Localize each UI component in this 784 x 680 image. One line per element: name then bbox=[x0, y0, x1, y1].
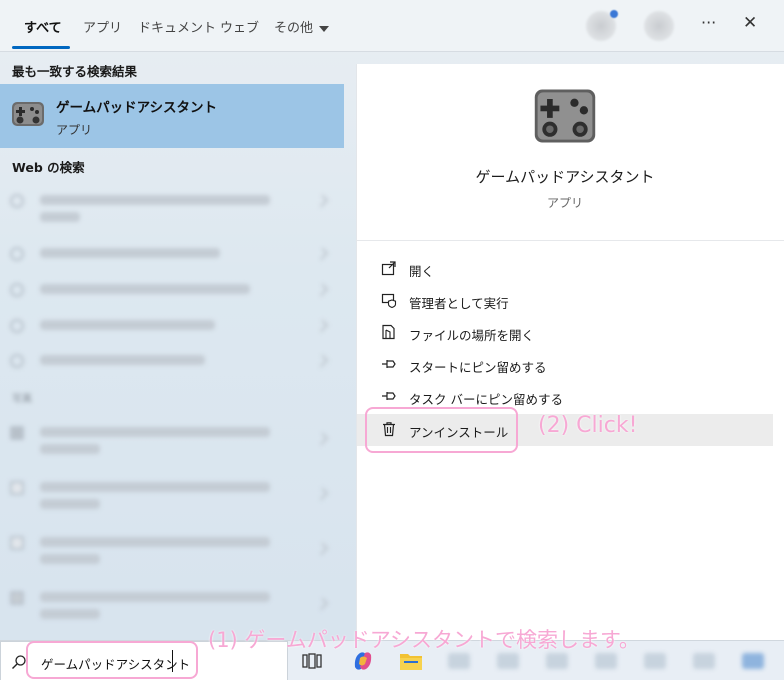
web-result-text bbox=[40, 355, 205, 365]
search-icon bbox=[10, 247, 24, 261]
photo-result-subtext bbox=[40, 554, 100, 564]
web-result-text bbox=[40, 320, 215, 330]
close-button[interactable]: ✕ bbox=[743, 13, 757, 33]
action-label: スタートにピン留めする bbox=[409, 360, 547, 375]
taskbar-app-icon[interactable] bbox=[497, 653, 519, 669]
gamepad-icon bbox=[12, 102, 44, 126]
chevron-down-icon bbox=[319, 25, 330, 32]
web-result-row[interactable] bbox=[10, 277, 330, 305]
photo-result-subtext bbox=[40, 609, 100, 619]
web-result-row[interactable] bbox=[10, 313, 330, 341]
action-label: 開く bbox=[409, 264, 435, 279]
photo-result-row[interactable] bbox=[10, 475, 330, 517]
app-type-label: アプリ bbox=[546, 196, 583, 210]
web-result-text bbox=[40, 284, 250, 294]
best-match-heading: 最も一致する検索結果 bbox=[12, 64, 138, 79]
web-result-text bbox=[40, 195, 270, 205]
chevron-right-icon bbox=[315, 542, 329, 556]
photo-result-text bbox=[40, 482, 270, 492]
active-tab-indicator bbox=[12, 46, 70, 49]
web-result-text bbox=[40, 248, 220, 258]
action-label: タスク バーにピン留めする bbox=[409, 392, 563, 407]
search-step-annotation: (1) ゲームパッドアシスタントで検索します。 bbox=[208, 628, 640, 652]
web-result-row-wrap bbox=[10, 210, 330, 226]
tab-apps[interactable]: アプリ bbox=[83, 17, 122, 36]
best-match-item[interactable]: ゲームパッドアシスタント アプリ bbox=[0, 84, 344, 148]
chevron-right-icon bbox=[315, 597, 329, 611]
chevron-right-icon bbox=[315, 432, 329, 446]
more-options-button[interactable]: ··· bbox=[701, 13, 716, 32]
image-icon bbox=[10, 426, 24, 440]
task-view-icon[interactable] bbox=[302, 651, 322, 671]
action-label: ファイルの場所を開く bbox=[409, 328, 535, 343]
taskbar-app-icon[interactable] bbox=[644, 653, 666, 669]
search-icon bbox=[10, 194, 24, 208]
search-icon bbox=[10, 319, 24, 333]
app-detail-pane: ゲームパッドアシスタント アプリ 開く 管理者として実行 ファイルの場所を開く … bbox=[356, 64, 784, 640]
photo-result-text bbox=[40, 592, 270, 602]
web-result-row[interactable] bbox=[10, 241, 330, 269]
taskbar-app-icon[interactable] bbox=[595, 653, 617, 669]
photo-result-row[interactable] bbox=[10, 585, 330, 627]
chevron-right-icon bbox=[315, 283, 329, 297]
tab-documents[interactable]: ドキュメント bbox=[138, 17, 216, 36]
open-icon bbox=[381, 261, 396, 276]
gamepad-icon bbox=[534, 89, 596, 143]
best-match-name: ゲームパッドアシスタント bbox=[56, 100, 218, 116]
photos-heading: 写真 bbox=[12, 394, 32, 405]
chevron-right-icon bbox=[315, 487, 329, 501]
divider bbox=[357, 240, 784, 241]
tab-more-label: その他 bbox=[274, 21, 314, 36]
notification-dot bbox=[610, 10, 618, 18]
search-highlight-box bbox=[26, 641, 198, 679]
pin-icon bbox=[382, 360, 396, 368]
account-avatar[interactable] bbox=[644, 11, 674, 41]
photo-result-text bbox=[40, 427, 270, 437]
web-result-text bbox=[40, 212, 80, 222]
taskbar-app-icon[interactable] bbox=[742, 653, 764, 669]
photo-result-text bbox=[40, 537, 270, 547]
taskbar-app-icon[interactable] bbox=[546, 653, 568, 669]
search-icon bbox=[10, 283, 24, 297]
image-icon bbox=[10, 536, 24, 550]
search-icon bbox=[12, 655, 26, 669]
click-annotation: (2) Click! bbox=[538, 413, 638, 438]
action-label: 管理者として実行 bbox=[409, 296, 509, 311]
taskbar-app-icon[interactable] bbox=[693, 653, 715, 669]
photo-result-subtext bbox=[40, 444, 100, 454]
app-name-heading: ゲームパッドアシスタント bbox=[475, 168, 655, 186]
tab-more[interactable]: その他 bbox=[274, 17, 330, 36]
search-icon bbox=[10, 354, 24, 368]
image-icon bbox=[10, 591, 24, 605]
admin-shield-icon bbox=[381, 293, 397, 308]
image-icon bbox=[10, 481, 24, 495]
file-location-icon bbox=[382, 324, 395, 340]
taskbar-app-icon[interactable] bbox=[448, 653, 470, 669]
photo-result-row[interactable] bbox=[10, 530, 330, 572]
chevron-right-icon bbox=[315, 354, 329, 368]
web-result-row[interactable] bbox=[10, 348, 330, 376]
pin-icon bbox=[382, 392, 396, 400]
search-tab-bar: すべて アプリ ドキュメント ウェブ その他 ··· ✕ bbox=[0, 0, 784, 52]
chevron-right-icon bbox=[315, 319, 329, 333]
chevron-right-icon bbox=[315, 247, 329, 261]
best-match-type: アプリ bbox=[56, 123, 93, 137]
web-search-heading: Web の検索 bbox=[12, 160, 85, 175]
chevron-right-icon bbox=[315, 194, 329, 208]
photo-result-subtext bbox=[40, 499, 100, 509]
tab-all[interactable]: すべて bbox=[24, 17, 62, 36]
tab-web[interactable]: ウェブ bbox=[220, 17, 259, 36]
uninstall-highlight-box bbox=[365, 407, 518, 453]
photo-result-row[interactable] bbox=[10, 420, 330, 462]
